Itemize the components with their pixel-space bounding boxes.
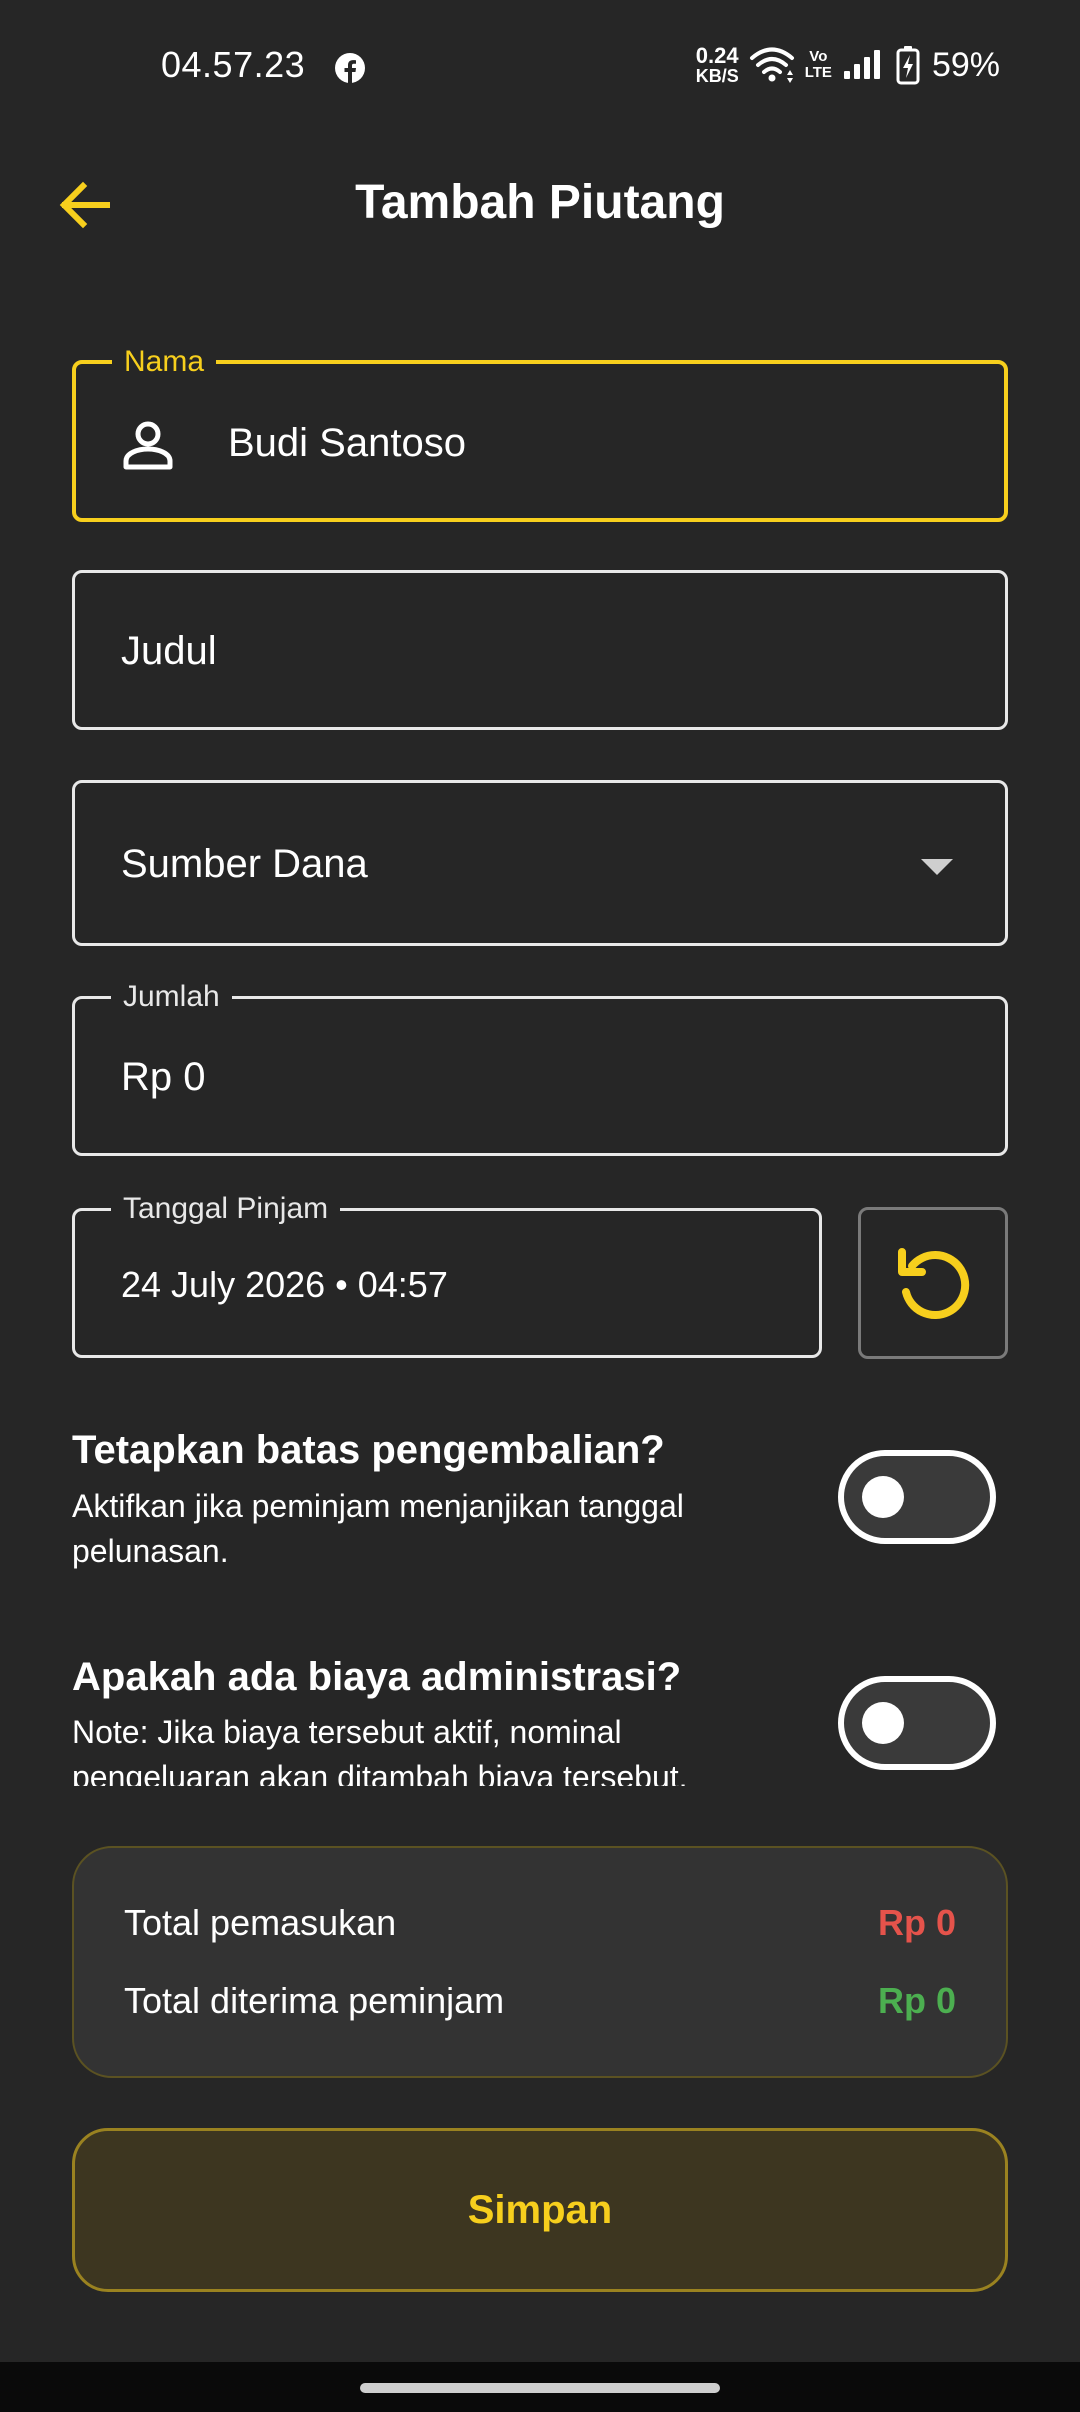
- diterima-value: Rp 0: [877, 1980, 956, 2021]
- judul-input[interactable]: Judul: [121, 627, 217, 675]
- save-button[interactable]: Simpan: [72, 2128, 1008, 2292]
- admin-toggle-description: Note: Jika biaya tersebut aktif, nominal…: [72, 1714, 688, 1786]
- sumber-dana-placeholder: Sumber Dana: [121, 842, 368, 886]
- screen: 04.57.23 0.24 KB/S Vo LTE 59% Tambah Piu…: [0, 0, 1080, 2412]
- batas-toggle-title: Tetapkan batas pengembalian?: [72, 1428, 665, 1472]
- switch-knob: [862, 1476, 904, 1518]
- pemasukan-value: Rp 0: [877, 1902, 956, 1943]
- battery-percentage: 59%: [931, 45, 1000, 84]
- battery-charging-icon: [896, 46, 920, 85]
- volte-top: Vo: [809, 48, 828, 65]
- network-speed: 0.24 KB/S: [695, 43, 739, 86]
- volte-bottom: LTE: [804, 64, 832, 81]
- signal-icon: [843, 50, 880, 79]
- network-speed-unit: KB/S: [695, 66, 739, 86]
- jumlah-input[interactable]: Rp 0: [121, 1053, 206, 1101]
- batas-toggle-description: Aktifkan jika peminjam menjanjikan tangg…: [72, 1488, 684, 1569]
- status-icons: 0.24 KB/S Vo LTE 59%: [696, 42, 1000, 88]
- biaya-administrasi-switch[interactable]: [838, 1676, 996, 1770]
- facebook-icon: [335, 53, 365, 83]
- tanggal-pinjam-field[interactable]: Tanggal Pinjam 24 July 2026 • 04:57: [72, 1192, 822, 1358]
- switch-knob: [862, 1702, 904, 1744]
- chevron-down-icon: [921, 859, 953, 875]
- jumlah-label: Jumlah: [111, 980, 232, 1014]
- status-time: 04.57.23: [161, 44, 306, 85]
- tanggal-pinjam-value[interactable]: 24 July 2026 • 04:57: [121, 1261, 448, 1309]
- person-icon: [123, 421, 173, 470]
- summary-card: Total pemasukan Rp 0 Total diterima pemi…: [72, 1846, 1008, 2078]
- summary-row-pemasukan: Total pemasukan Rp 0: [124, 1902, 956, 1944]
- navigation-bar: [0, 2362, 1080, 2412]
- pemasukan-label: Total pemasukan: [124, 1902, 397, 1943]
- summary-row-diterima: Total diterima peminjam Rp 0: [124, 1980, 956, 2022]
- network-speed-value: 0.24: [695, 43, 739, 68]
- wifi-icon: [749, 47, 794, 83]
- nama-label: Nama: [112, 345, 217, 379]
- judul-field[interactable]: Judul: [72, 570, 1008, 730]
- tanggal-pinjam-label: Tanggal Pinjam: [111, 1192, 341, 1226]
- sumber-dana-dropdown[interactable]: Sumber Dana: [72, 780, 1008, 946]
- nama-field[interactable]: Nama Budi Santoso: [72, 345, 1008, 522]
- volte-indicator: Vo LTE: [805, 49, 832, 81]
- refresh-icon: [898, 1248, 970, 1320]
- page-title: Tambah Piutang: [355, 176, 725, 229]
- reset-date-button[interactable]: [858, 1207, 1008, 1359]
- batas-pengembalian-switch[interactable]: [838, 1450, 996, 1544]
- home-gesture-handle[interactable]: [360, 2383, 720, 2393]
- jumlah-field[interactable]: Jumlah Rp 0: [72, 980, 1008, 1156]
- diterima-label: Total diterima peminjam: [124, 1980, 505, 2021]
- nama-input[interactable]: Budi Santoso: [228, 419, 466, 467]
